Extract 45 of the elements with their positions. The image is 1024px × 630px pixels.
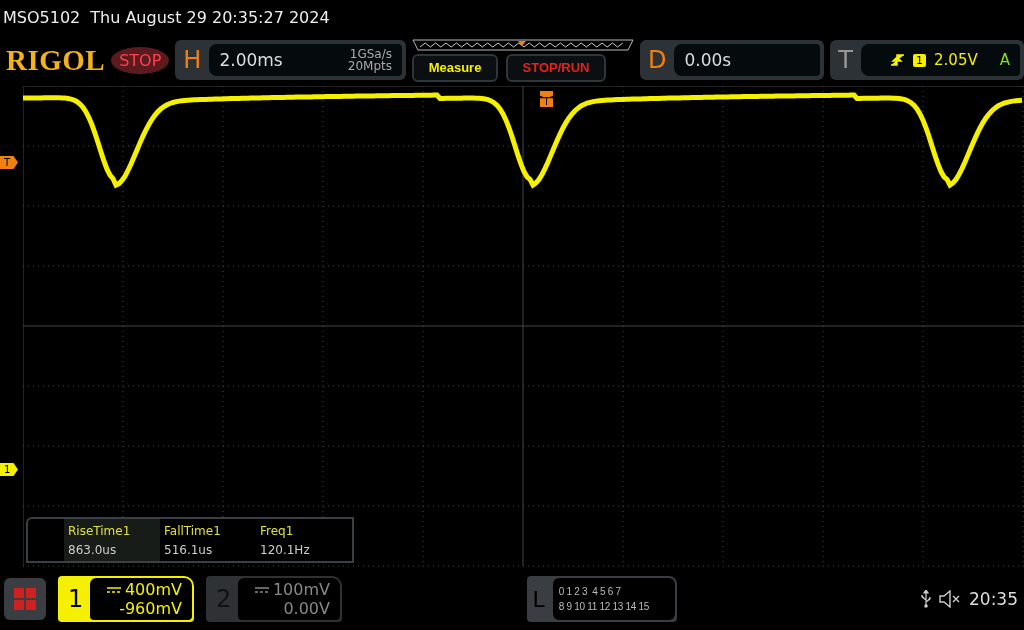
measurement-value: 516.1us: [164, 542, 214, 557]
dc-coupling-icon: [254, 586, 269, 593]
trigger-level: 2.05V: [934, 51, 978, 69]
delay-value: 0.00s: [683, 50, 732, 70]
rising-edge-icon: [891, 53, 906, 67]
trigger-level-marker[interactable]: T: [0, 156, 18, 169]
delay-panel[interactable]: D 0.00s: [640, 40, 825, 80]
vertical-offset: 0.00V: [283, 599, 330, 618]
run-state-indicator[interactable]: STOP: [111, 46, 170, 74]
dc-coupling-icon: [106, 586, 121, 593]
trigger-mode: A: [999, 51, 1010, 69]
horizontal-label: H: [182, 46, 203, 74]
trigger-source-badge: 1: [913, 53, 927, 67]
channel-panel[interactable]: 1 400mV -960mV: [58, 576, 194, 622]
usb-icon[interactable]: [921, 590, 931, 608]
trigger-panel[interactable]: T 1 2.05V A: [830, 40, 1024, 80]
trigger-label: T: [837, 46, 854, 74]
stop-run-button[interactable]: STOP/RUN: [506, 53, 606, 82]
logic-channel-numbers: 0 1 2 3 4 5 6 7: [558, 586, 622, 597]
brand-logo: RIGOL: [6, 43, 106, 77]
menu-button[interactable]: [4, 578, 46, 620]
measurement-value: 120.1Hz: [260, 542, 311, 557]
speaker-muted-icon[interactable]: [939, 590, 961, 608]
measure-button[interactable]: Measure: [412, 53, 498, 82]
channel-offset-marker[interactable]: 1: [0, 463, 18, 476]
logic-channel-numbers: 8 9 10 11 12 13 14 15: [558, 601, 651, 612]
channel-number: 1: [68, 585, 85, 613]
grid-menu-icon: [14, 588, 36, 610]
delay-label: D: [647, 46, 668, 74]
logic-label: L: [531, 586, 546, 612]
timebase-value: 2.00ms: [218, 50, 283, 70]
measurement-label[interactable]: Freq1: [260, 523, 352, 538]
sample-rate: 1GSa/s: [349, 48, 392, 60]
measurement-value: 863.0us: [68, 542, 118, 557]
vertical-offset: -960mV: [119, 599, 182, 618]
horizontal-panel[interactable]: H 2.00ms 1GSa/s 20Mpts: [175, 40, 406, 80]
date-time: Thu August 29 20:35:27 2024: [90, 7, 330, 27]
vertical-scale: 100mV: [272, 580, 330, 599]
clock-time: 20:35: [969, 589, 1018, 609]
logic-channel-panel[interactable]: L 0 1 2 3 4 5 6 7 8 9 10 11 12 13 14 15: [526, 576, 677, 622]
measurement-label[interactable]: RiseTime1: [68, 523, 160, 538]
measurement-label[interactable]: FallTime1: [164, 523, 256, 538]
memory-depth: 20Mpts: [347, 60, 392, 72]
vertical-scale: 400mV: [124, 580, 182, 599]
model-name: MSO5102: [3, 7, 81, 27]
